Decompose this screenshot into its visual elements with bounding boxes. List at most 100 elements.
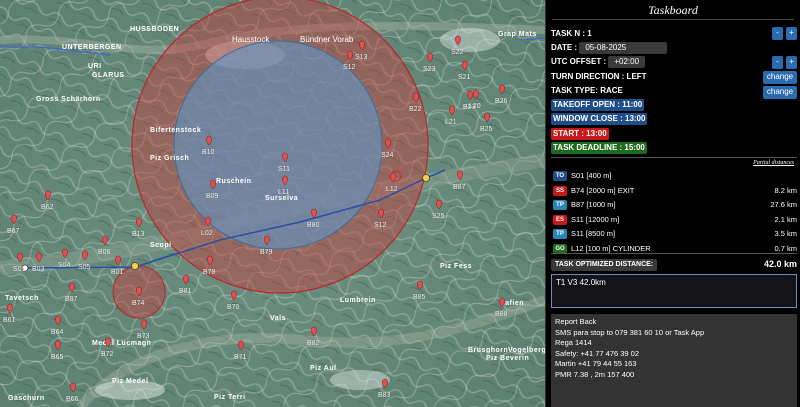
utc-minus-button[interactable]: - bbox=[772, 56, 783, 69]
waypoint-label: B65 bbox=[51, 354, 64, 361]
report-line: PMR 7.38 , 2m 157 400 bbox=[555, 369, 635, 379]
waypoint-label: S11 bbox=[278, 166, 290, 173]
turn-direction: TURN DIRECTION : LEFT bbox=[551, 72, 647, 81]
waypoint-label: S12 bbox=[343, 64, 356, 71]
report-line: SMS para stop to 079 381 60 10 or Task A… bbox=[555, 327, 705, 337]
waypoint-label: B06 bbox=[98, 249, 111, 256]
waypoint-label: B79 bbox=[260, 249, 273, 256]
waypoint-label: B72 bbox=[101, 351, 114, 358]
waypoint-label: B80 bbox=[307, 222, 320, 229]
waypoint-label: B09 bbox=[206, 193, 219, 200]
date-row: DATE : 05-08-2025 bbox=[551, 42, 668, 54]
map-view[interactable]: UNTERBERGEN HUSSBODEN URI GLARUS Piz Medel Pi… bbox=[0, 0, 545, 407]
turnpoint-row[interactable]: TO S01 [400 m] bbox=[553, 170, 797, 182]
map-place-label: Lumbrein bbox=[340, 297, 376, 304]
waypoint-label: S05 bbox=[78, 264, 91, 271]
waypoint-label: S25 bbox=[432, 213, 445, 220]
report-line: Rega 1414 bbox=[555, 338, 592, 347]
map-place-label: Gross Schärhorn bbox=[36, 96, 101, 103]
map-place-label: Bündner Vorab bbox=[300, 35, 354, 44]
utc-offset-field[interactable]: +02:00 bbox=[608, 56, 646, 68]
glacier bbox=[330, 370, 390, 390]
turnpoint-row[interactable]: TP B87 [1000 m] 27.6 km bbox=[553, 199, 797, 211]
partial-distances-label: Partial distances bbox=[753, 160, 794, 166]
turnpoint-type-badge: SS bbox=[553, 185, 567, 196]
map-place-label: Piz Grisch bbox=[150, 155, 189, 162]
map-place-label: Grap Mats bbox=[498, 31, 537, 38]
waypoint-label: B70 bbox=[227, 304, 240, 311]
map-place-label: Vogelberg bbox=[508, 347, 545, 354]
waypoint-label: B25 bbox=[480, 126, 493, 133]
turnpoint-distance: 2.1 km bbox=[774, 214, 797, 224]
waypoint-label: B78 bbox=[203, 269, 216, 276]
optimized-distance-value: 42.0 km bbox=[763, 259, 797, 269]
map-canvas[interactable]: UNTERBERGEN HUSSBODEN URI GLARUS Piz Medel Pi… bbox=[0, 0, 545, 407]
waypoint-label: B07 bbox=[65, 296, 78, 303]
map-place-label: Piz Fess bbox=[440, 263, 472, 270]
turnpoint-type-badge: TO bbox=[553, 171, 567, 182]
divider bbox=[551, 157, 797, 158]
task-minus-button[interactable]: - bbox=[772, 27, 783, 40]
turn-direction-change-button[interactable]: change bbox=[763, 71, 797, 84]
waypoint-label: B81 bbox=[179, 288, 192, 295]
waypoint-label: B66 bbox=[66, 396, 79, 403]
map-place-label: Tavetsch bbox=[5, 295, 39, 302]
task-notes-textarea[interactable]: T1 V3 42.0km bbox=[551, 274, 797, 308]
turnpoint-row[interactable]: ES S11 [12000 m] 2.1 km bbox=[553, 214, 797, 226]
task-deadline: TASK DEADLINE : 15:00 bbox=[551, 142, 647, 154]
task-number: TASK N : 1 bbox=[551, 29, 592, 38]
turnpoint-name: B87 [1000 m] bbox=[571, 200, 616, 210]
map-place-label: HUSSBODEN bbox=[130, 26, 179, 33]
waypoint-label: B10 bbox=[202, 149, 215, 156]
turnpoint-distance: 8.2 km bbox=[774, 185, 797, 195]
task-plus-button[interactable]: + bbox=[786, 27, 797, 40]
turnpoint-row[interactable]: SS B74 [2000 m] EXIT 8.2 km bbox=[553, 185, 797, 197]
map-place-label: Medel Lucmagn bbox=[92, 340, 151, 347]
waypoint-label: B67 bbox=[7, 228, 20, 235]
waypoint-label: S23 bbox=[423, 66, 436, 73]
panel-title: Taskboard bbox=[552, 0, 794, 20]
waypoint-label: B85 bbox=[413, 294, 426, 301]
utc-plus-button[interactable]: + bbox=[786, 56, 797, 69]
utc-offset-label: UTC OFFSET : bbox=[551, 57, 607, 66]
turnpoint-row[interactable]: TP S11 [8500 m] 3.5 km bbox=[553, 228, 797, 240]
map-place-label: Ruschein bbox=[216, 178, 252, 185]
task-type-change-button[interactable]: change bbox=[763, 86, 797, 99]
waypoint-label: B64 bbox=[51, 329, 64, 336]
map-place-label: Piz Aul bbox=[310, 365, 337, 372]
map-place-label: Piz Beverin bbox=[486, 355, 529, 362]
waypoint-label: B01 bbox=[111, 269, 124, 276]
turnpoint-distance: 3.5 km bbox=[774, 229, 797, 238]
turnpoint-name: S11 [12000 m] bbox=[571, 214, 620, 224]
waypoint-label: S21 bbox=[458, 74, 471, 81]
start-time: START : 13:00 bbox=[551, 128, 609, 140]
turnpoint-type-badge: TP bbox=[553, 200, 567, 211]
waypoint-label: B74 bbox=[132, 300, 145, 307]
optimized-distance-row: TASK OPTIMIZED DISTANCE: 42.0 km bbox=[551, 258, 797, 271]
turnpoint-name: B74 [2000 m] EXIT bbox=[571, 185, 635, 195]
turnpoint-distance: 27.6 km bbox=[770, 200, 797, 209]
waypoint-label: S22 bbox=[451, 49, 464, 56]
report-line: Report Back bbox=[555, 317, 597, 326]
report-back-box: Report Back SMS para stop to 079 381 60 … bbox=[551, 314, 797, 407]
waypoint-label: B26 bbox=[495, 98, 508, 105]
date-label: DATE : bbox=[551, 43, 578, 52]
waypoint-label: B71 bbox=[234, 354, 247, 361]
map-place-label: Piz Terri bbox=[214, 394, 246, 401]
waypoint-label: B61 bbox=[3, 317, 16, 324]
divider bbox=[551, 253, 797, 254]
map-place-label: Surselva bbox=[265, 195, 298, 202]
waypoint-label: S24 bbox=[381, 152, 394, 159]
map-place-label: Gaschurn bbox=[8, 395, 45, 402]
turnpoint-type-badge: ES bbox=[553, 214, 567, 225]
waypoint-label: B88 bbox=[495, 311, 508, 318]
map-place-label: URI bbox=[88, 63, 102, 70]
turnpoint-name: S01 [400 m] bbox=[571, 171, 612, 181]
map-place-label: Piz Medel bbox=[112, 378, 148, 385]
date-field[interactable]: 05-08-2025 bbox=[579, 42, 668, 54]
waypoint-label: B87 bbox=[453, 184, 466, 191]
waypoint-label: S12 bbox=[374, 222, 387, 229]
task-type: TASK TYPE: RACE bbox=[551, 86, 623, 95]
taskboard-panel: Taskboard TASK N : 1 - + DATE : 05-08-20… bbox=[545, 0, 800, 407]
turnpoint-name: S11 [8500 m] bbox=[571, 229, 616, 239]
